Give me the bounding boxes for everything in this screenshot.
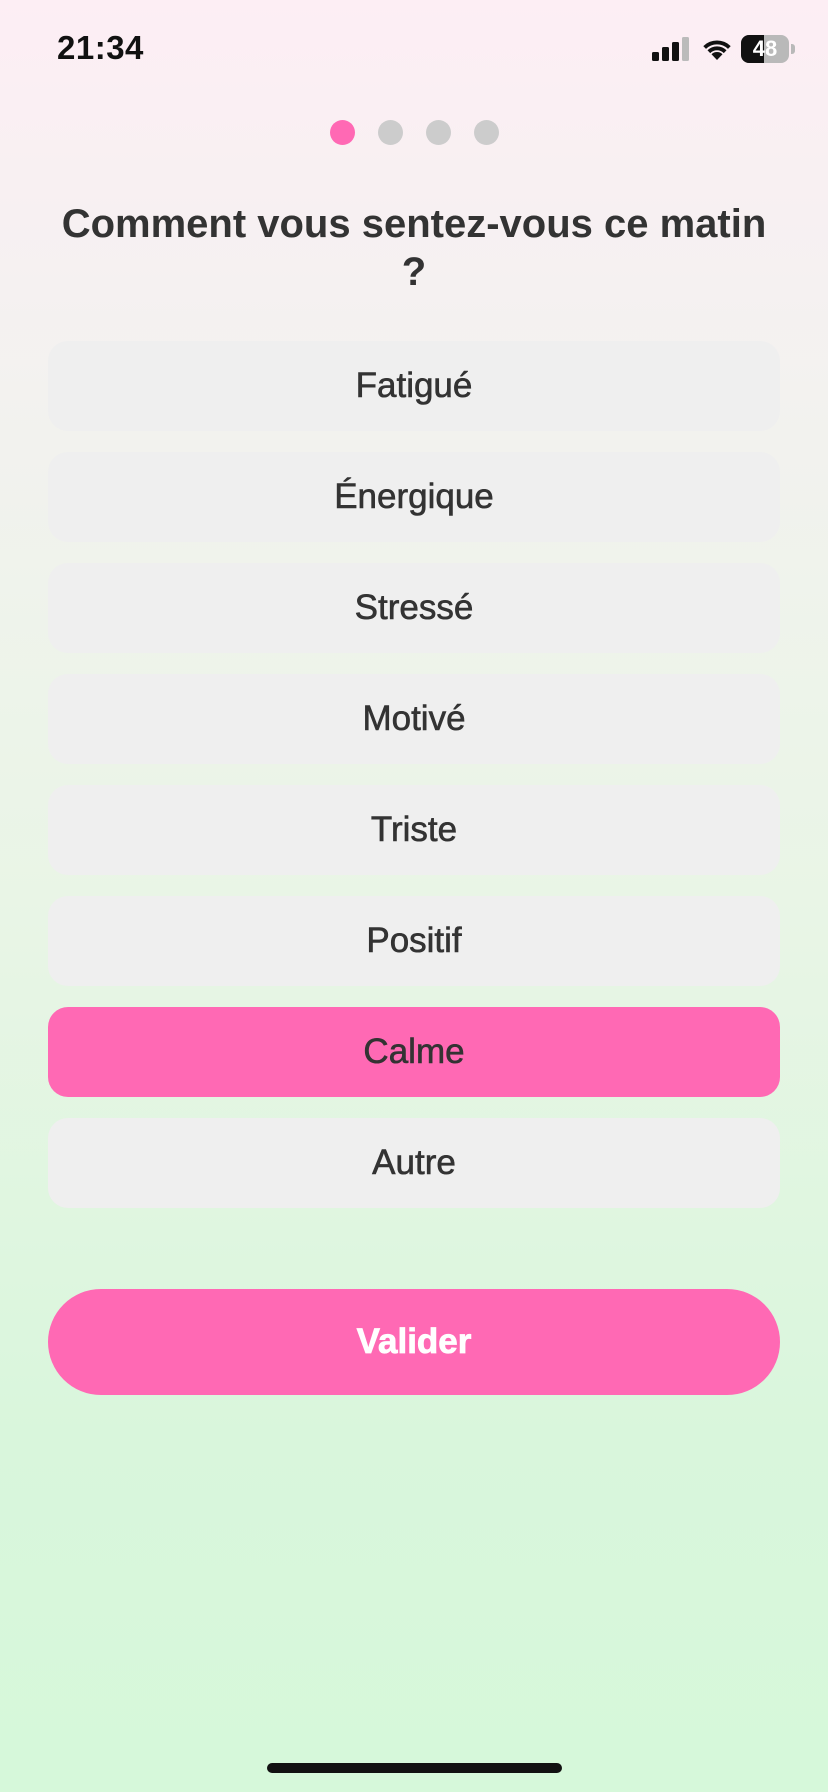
progress-dot — [473, 120, 499, 145]
option-label: Triste — [370, 810, 458, 850]
progress-dot — [377, 120, 403, 145]
battery-cap — [791, 44, 795, 54]
option-label: Positif — [366, 921, 462, 961]
battery-body: 48 — [741, 35, 789, 63]
option-button[interactable]: Motivé — [48, 674, 780, 764]
option-label: Fatigué — [355, 366, 473, 406]
validate-button-label: Valider — [356, 1322, 472, 1362]
option-label: Motivé — [362, 699, 466, 739]
option-button[interactable]: Autre — [48, 1118, 780, 1208]
battery-icon: 48 — [741, 35, 795, 63]
progress-dot-active — [329, 120, 355, 145]
wifi-icon — [703, 40, 731, 60]
cellular-signal-icon — [652, 37, 689, 61]
battery-level: 48 — [752, 36, 778, 61]
question-title: Comment vous sentez-vous ce matin ? — [61, 202, 767, 294]
option-button[interactable]: Calme — [48, 1007, 780, 1097]
option-label: Calme — [363, 1032, 465, 1072]
option-button[interactable]: Énergique — [48, 452, 780, 542]
progress-dot — [425, 120, 451, 145]
option-button[interactable]: Positif — [48, 896, 780, 986]
option-button[interactable]: Triste — [48, 785, 780, 875]
home-indicator[interactable] — [267, 1763, 562, 1773]
option-button[interactable]: Stressé — [48, 563, 780, 653]
status-time: 21:34 — [57, 29, 144, 66]
options-list: Fatigué Énergique Stressé Motivé Triste Posit… — [48, 341, 780, 1229]
status-bar: 21:34 48 — [0, 0, 828, 100]
progress-dots — [0, 120, 828, 146]
option-button[interactable]: Fatigué — [48, 341, 780, 431]
option-label: Énergique — [334, 477, 494, 517]
option-label: Autre — [372, 1143, 456, 1183]
validate-button[interactable]: Valider — [48, 1289, 780, 1395]
option-label: Stressé — [354, 588, 474, 628]
